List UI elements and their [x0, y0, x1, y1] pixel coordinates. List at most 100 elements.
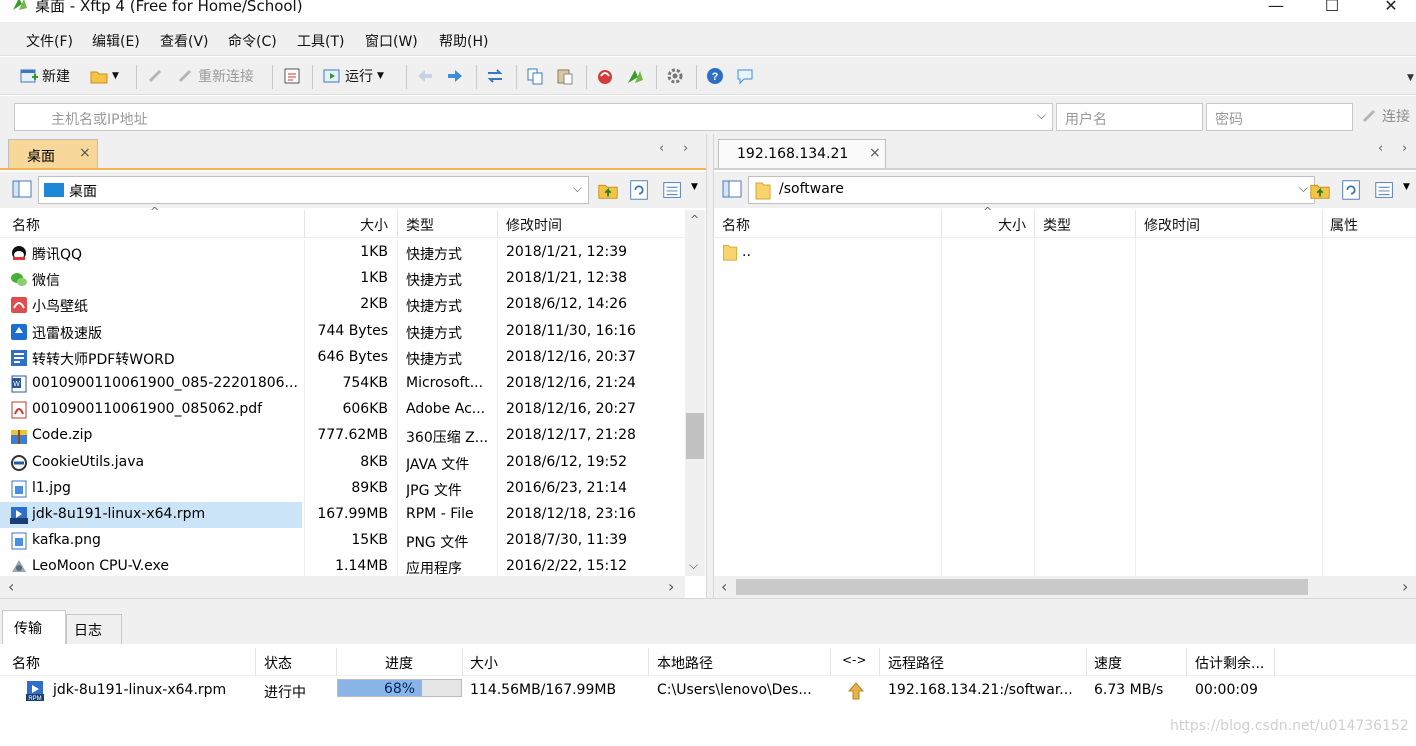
paste-button[interactable]	[556, 65, 574, 87]
toolbar-overflow-icon[interactable]: ▼	[1407, 73, 1414, 83]
back-button[interactable]	[416, 65, 434, 87]
menu-tools[interactable]: 工具(T)	[297, 31, 344, 51]
file-row[interactable]: LeoMoon CPU-V.exe 1.14MB 应用程序 2016/2/22, 15…	[0, 554, 685, 576]
right-horizontal-scrollbar[interactable]: ‹ ›	[714, 576, 1416, 598]
xshell-button[interactable]	[596, 65, 614, 87]
view-mode-icon[interactable]	[660, 177, 686, 203]
close-tab-icon[interactable]: ×	[869, 145, 881, 161]
col-size[interactable]: 大小	[998, 215, 1026, 235]
column-divider[interactable]	[830, 648, 831, 676]
column-divider[interactable]	[497, 210, 498, 238]
file-row[interactable]: 小鸟壁纸 2KB 快捷方式 2018/6/12, 14:26	[0, 292, 685, 318]
run-button[interactable]: 运行 ▼	[323, 65, 384, 87]
chevron-down-icon[interactable]: ⌵	[1037, 108, 1046, 123]
menu-help[interactable]: 帮助(H)	[439, 31, 488, 51]
scroll-thumb[interactable]	[686, 413, 704, 459]
column-divider[interactable]	[1322, 210, 1323, 238]
scroll-thumb[interactable]	[736, 579, 1308, 595]
column-divider[interactable]	[304, 210, 305, 238]
menu-command[interactable]: 命令(C)	[228, 31, 277, 51]
col-attributes[interactable]: 属性	[1330, 215, 1358, 235]
help-button[interactable]: ?	[706, 65, 724, 87]
right-path-combo[interactable]: /software ⌵	[748, 176, 1315, 204]
col-name[interactable]: 名称	[12, 215, 40, 235]
left-path-combo[interactable]: 桌面 ⌵	[38, 176, 589, 204]
column-divider[interactable]	[336, 648, 337, 676]
close-tab-icon[interactable]: ×	[79, 145, 91, 161]
maximize-button[interactable]: ☐	[1309, 0, 1355, 18]
col-name[interactable]: 名称	[12, 653, 40, 673]
col-progress[interactable]: 进度	[385, 653, 413, 673]
column-divider[interactable]	[648, 648, 649, 676]
col-speed[interactable]: 速度	[1094, 653, 1122, 673]
left-horizontal-scrollbar[interactable]: ‹ ›	[0, 576, 685, 598]
file-row[interactable]: W 0010900110061900_085-22201806... 754KB Mi…	[0, 371, 685, 397]
column-divider[interactable]	[879, 648, 880, 676]
col-status[interactable]: 状态	[264, 653, 292, 673]
chevron-down-icon[interactable]: ▼	[691, 182, 698, 192]
menu-window[interactable]: 窗口(W)	[365, 31, 418, 51]
copy-button[interactable]	[526, 65, 544, 87]
file-row[interactable]: 微信 1KB 快捷方式 2018/1/21, 12:38	[0, 266, 685, 292]
scroll-up-icon[interactable]: ^	[690, 213, 699, 226]
transfer-row[interactable]: RPM jdk-8u191-linux-x64.rpm 进行中 68% 114.…	[0, 678, 1416, 704]
scroll-left-icon[interactable]: ‹	[8, 577, 14, 596]
tab-remote-host[interactable]: 192.168.134.21 ×	[718, 139, 886, 169]
sync-button[interactable]	[486, 65, 504, 87]
chevron-down-icon[interactable]: ▼	[1403, 182, 1410, 192]
new-session-button[interactable]: 新建	[20, 65, 70, 87]
column-divider[interactable]	[1135, 210, 1136, 238]
settings-button[interactable]	[666, 65, 684, 87]
file-row[interactable]: jdk-8u191-linux-x64.rpm 167.99MB RPM - Fil…	[0, 502, 636, 528]
column-divider[interactable]	[1086, 648, 1087, 676]
col-name[interactable]: 名称	[722, 215, 750, 235]
bottom-splitter[interactable]	[0, 598, 1416, 606]
view-mode-icon[interactable]	[1372, 177, 1398, 203]
tab-scroll-right-icon[interactable]: ›	[683, 141, 688, 156]
column-divider[interactable]	[1186, 648, 1187, 676]
forward-button[interactable]	[446, 65, 464, 87]
col-mtime[interactable]: 修改时间	[506, 215, 562, 235]
column-divider[interactable]	[397, 210, 398, 238]
column-divider[interactable]	[941, 210, 942, 238]
password-input[interactable]: 密码	[1206, 103, 1353, 131]
chat-button[interactable]	[736, 65, 754, 87]
xftp-button[interactable]	[626, 65, 644, 87]
file-row[interactable]: Code.zip 777.62MB 360压缩 Z... 2018/12/17, 21…	[0, 423, 685, 449]
column-divider[interactable]	[462, 648, 463, 676]
menu-edit[interactable]: 编辑(E)	[92, 31, 140, 51]
col-remote-path[interactable]: 远程路径	[888, 653, 944, 673]
connect-button[interactable]: 连接	[1360, 106, 1410, 126]
tab-transfers[interactable]: 传输	[2, 610, 66, 644]
tab-log[interactable]: 日志	[66, 614, 122, 644]
file-row[interactable]: kafka.png 15KB PNG 文件 2018/7/30, 11:39	[0, 528, 685, 554]
properties-button[interactable]	[283, 65, 301, 87]
col-type[interactable]: 类型	[1043, 215, 1071, 235]
pane-splitter[interactable]	[706, 134, 714, 604]
col-mtime[interactable]: 修改时间	[1144, 215, 1200, 235]
file-row[interactable]: 迅雷极速版 744 Bytes 快捷方式 2018/11/30, 16:16	[0, 319, 685, 345]
file-row[interactable]: 0010900110061900_085062.pdf 606KB Adobe Ac…	[0, 397, 685, 423]
tab-scroll-left-icon[interactable]: ‹	[659, 141, 664, 156]
file-row[interactable]: l1.jpg 89KB JPG 文件 2016/6/23, 21:14	[0, 476, 685, 502]
parent-folder-icon[interactable]	[595, 177, 621, 203]
scroll-left-icon[interactable]: ‹	[721, 577, 727, 596]
tab-desktop[interactable]: 桌面 ×	[8, 139, 98, 169]
close-button[interactable]: ✕	[1368, 0, 1414, 18]
host-input[interactable]: 主机名或IP地址 ⌵	[14, 103, 1053, 131]
parent-folder-icon[interactable]	[1307, 177, 1333, 203]
disconnect-button[interactable]	[146, 65, 164, 87]
tab-scroll-right-icon[interactable]: ›	[1402, 141, 1407, 156]
col-type[interactable]: 类型	[406, 215, 434, 235]
minimize-button[interactable]: —	[1253, 0, 1299, 18]
file-row[interactable]: 转转大师PDF转WORD 646 Bytes 快捷方式 2018/12/16, 20:…	[0, 345, 685, 371]
reconnect-button[interactable]: 重新连接	[176, 65, 254, 87]
refresh-icon[interactable]	[1338, 177, 1364, 203]
col-local-path[interactable]: 本地路径	[657, 653, 713, 673]
col-size[interactable]: 大小	[360, 215, 388, 235]
panel-toggle-icon[interactable]	[12, 180, 32, 198]
menu-file[interactable]: 文件(F)	[26, 31, 73, 51]
col-eta[interactable]: 估计剩余...	[1195, 653, 1264, 673]
username-input[interactable]: 用户名	[1056, 103, 1203, 131]
refresh-icon[interactable]	[626, 177, 652, 203]
